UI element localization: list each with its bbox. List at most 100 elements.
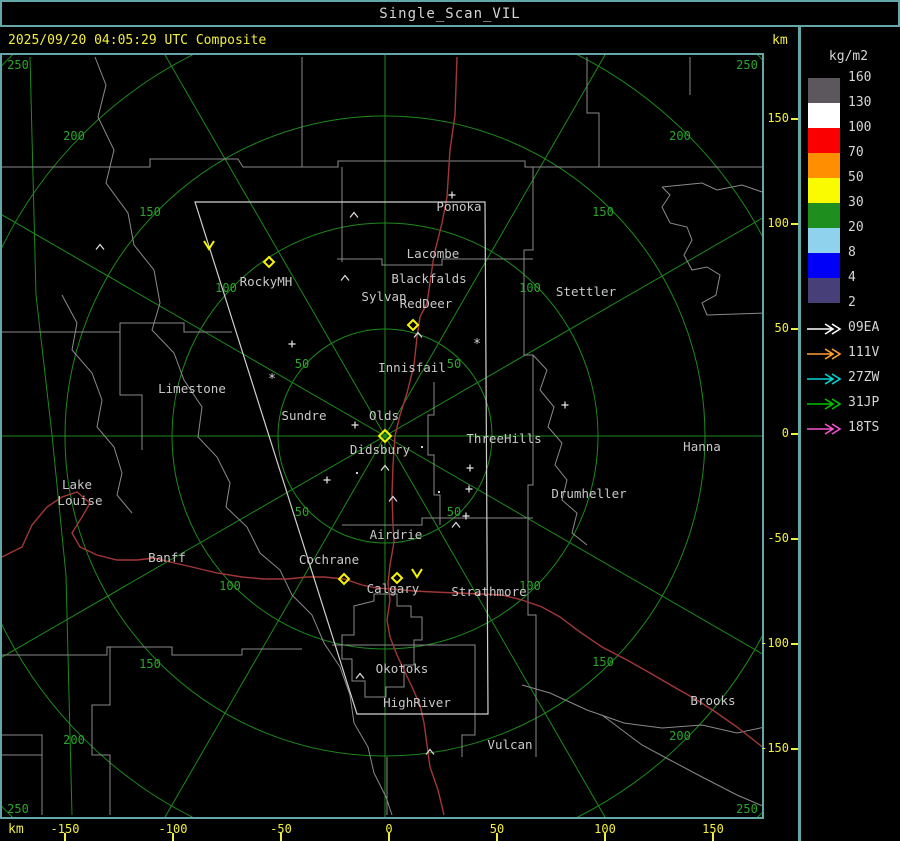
city-label: Didsbury: [350, 442, 411, 457]
radar-map[interactable]: 50 100 150 200 250 50 100 150 200 250 50 100 150 200 2…: [2, 55, 762, 817]
range-ring-label: 50: [447, 357, 461, 371]
legend-value-label: 4: [848, 270, 856, 285]
range-ring-label: 250: [736, 802, 758, 816]
station-arrow-27ZW: [807, 373, 842, 385]
bottom-axis-unit: km: [8, 822, 24, 837]
town-caret-marker: [388, 495, 398, 502]
right-axis-label: -100: [760, 636, 789, 650]
bottom-axis-tick: [280, 833, 282, 841]
station-arrow-icon: [805, 371, 845, 385]
station-arrow-icon: [805, 346, 845, 360]
range-ring-label: 150: [139, 205, 161, 219]
legend-value-label: 130: [848, 95, 872, 110]
right-axis-tick: [791, 748, 798, 750]
legend-value-label: 2: [848, 295, 856, 310]
town-caret-marker: [451, 521, 461, 528]
right-axis-tick: [791, 328, 798, 330]
range-ring-label: 200: [63, 129, 85, 143]
station-id-label: 111V: [848, 345, 880, 360]
city-label: Stettler: [556, 284, 617, 299]
range-ring-label: 100: [519, 281, 541, 295]
legend-color-swatch: [808, 78, 840, 103]
city-label: Blackfalds: [391, 271, 466, 286]
city-label: Okotoks: [376, 661, 429, 676]
town-plus-marker: [465, 485, 473, 493]
range-ring-label: 100: [215, 281, 237, 295]
right-axis-label: 100: [767, 216, 789, 230]
legend-value-label: 70: [848, 145, 864, 160]
legend-color-swatch: [808, 153, 840, 178]
city-label: Vulcan: [487, 737, 532, 752]
legend-value-label: 30: [848, 195, 864, 210]
town-caret-marker: [95, 243, 105, 250]
town-plus-marker: [466, 464, 474, 472]
range-ring-label: 250: [7, 802, 29, 816]
station-id-label: 31JP: [848, 395, 880, 410]
range-ring-label: 150: [139, 657, 161, 671]
station-id-label: 18TS: [848, 420, 880, 435]
right-axis-tick: [791, 538, 798, 540]
right-axis-label: -50: [767, 531, 789, 545]
city-label: Olds: [369, 408, 399, 423]
range-ring-label: 50: [447, 505, 461, 519]
range-ring-label: 200: [669, 129, 691, 143]
town-caret-marker: [355, 672, 365, 679]
right-axis-tick: [791, 643, 798, 645]
city-label: Hanna: [683, 439, 721, 454]
right-axis-label: 0: [781, 426, 789, 440]
city-label: Sundre: [281, 408, 326, 423]
bottom-axis-tick: [604, 833, 606, 841]
legend-color-swatch: [808, 278, 840, 303]
town-dot-marker: [478, 594, 480, 596]
town-caret-marker: [349, 211, 359, 218]
town-caret-marker: [340, 274, 350, 281]
legend-value-label: 100: [848, 120, 872, 135]
right-axis: 150 100 50 0 -50 -100 -150: [760, 53, 798, 819]
yellow-chevron-marker: [411, 568, 423, 579]
city-label: Innisfail: [378, 360, 446, 375]
city-label: Calgary: [367, 581, 420, 596]
legend-value-label: 20: [848, 220, 864, 235]
right-axis-label: 150: [767, 111, 789, 125]
station-arrow-31JP: [807, 398, 842, 410]
city-label: Limestone: [158, 381, 226, 396]
radar-site-diamond-marker: [262, 255, 276, 269]
station-arrow-09EA: [807, 323, 842, 335]
station-arrow-18TS: [807, 423, 842, 435]
town-plus-marker: [288, 340, 296, 348]
range-ring-label: 50: [295, 357, 309, 371]
range-ring-label: 150: [592, 655, 614, 669]
right-axis-tick: [791, 433, 798, 435]
range-ring-label: 250: [7, 58, 29, 72]
station-arrow-icon: [805, 421, 845, 435]
city-label: ThreeHills: [466, 431, 541, 446]
radar-radials: [2, 55, 762, 817]
city-label: Banff: [148, 550, 186, 565]
right-axis-tick: [791, 118, 798, 120]
station-arrow-111V: [807, 348, 842, 360]
bottom-axis-tick: [496, 833, 498, 841]
town-asterisk-marker: *: [268, 372, 276, 387]
bottom-axis: km -150 -100 -50 0 50 100 150: [0, 820, 798, 841]
range-ring-label: 150: [592, 205, 614, 219]
bottom-axis-tick: [64, 833, 66, 841]
station-id-label: 27ZW: [848, 370, 880, 385]
station-id-label: 09EA: [848, 320, 880, 335]
radar-site-diamond-marker: [406, 318, 420, 332]
town-dot-marker: [438, 491, 440, 493]
range-ring-label: 250: [736, 58, 758, 72]
city-label: RockyMH: [240, 274, 293, 289]
town-asterisk-marker: *: [473, 337, 481, 352]
right-axis-label: -150: [760, 741, 789, 755]
range-ring-label: 100: [219, 579, 241, 593]
city-label: Drumheller: [551, 486, 627, 501]
scan-timestamp: 2025/09/20 04:05:29 UTC Composite: [8, 33, 267, 48]
bottom-axis-tick: [388, 833, 390, 841]
bottom-axis-tick: [172, 833, 174, 841]
legend-color-swatch: [808, 103, 840, 128]
bottom-axis-tick: [712, 833, 714, 841]
legend-title: kg/m2: [828, 49, 869, 64]
city-label: RedDeer: [400, 296, 453, 311]
radar-map-frame: 50 100 150 200 250 50 100 150 200 250 50 100 150 200 2…: [0, 53, 764, 819]
town-plus-marker: [351, 421, 359, 429]
